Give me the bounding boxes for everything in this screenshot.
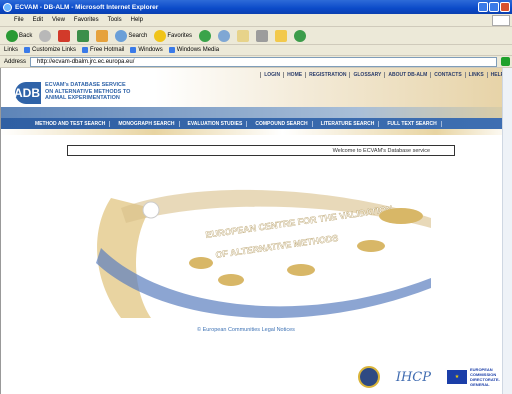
vertical-scrollbar[interactable]: [502, 68, 512, 394]
stop-button[interactable]: [56, 29, 72, 43]
history-button[interactable]: [216, 29, 232, 43]
main-nav-fulltext[interactable]: FULL TEXT SEARCH: [383, 120, 442, 127]
mail-button[interactable]: [235, 29, 251, 43]
link-icon: [168, 47, 175, 53]
splash-animal-2: [357, 240, 385, 252]
site-logo[interactable]: ADB: [14, 82, 41, 104]
main-nav-method[interactable]: METHOD AND TEST SEARCH: [31, 120, 111, 127]
media-icon: [199, 29, 212, 42]
menu-view[interactable]: View: [52, 17, 65, 23]
address-input[interactable]: http://ecvam-dbalm.jrc.ec.europa.eu/: [30, 56, 497, 67]
nav-home[interactable]: HOME: [283, 72, 305, 78]
nav-login[interactable]: LOGIN: [260, 72, 283, 78]
menu-tools[interactable]: Tools: [108, 17, 122, 23]
nav-contacts[interactable]: CONTACTS: [430, 72, 464, 78]
star-icon: [154, 29, 167, 42]
stop-icon: [58, 29, 71, 42]
home-icon: [96, 29, 109, 42]
maximize-button[interactable]: [489, 2, 499, 12]
favorites-button[interactable]: Favorites: [152, 29, 194, 43]
header-banner: [1, 107, 512, 118]
menu-bar: File Edit View Favorites Tools Help: [0, 14, 512, 27]
site-logo-text: ECVAM's DATABASE SERVICE ON ALTERNATIVE …: [45, 82, 131, 101]
eu-text: EUROPEAN COMMISSION DIRECTORATE-GENERAL: [470, 367, 500, 387]
decorative-band: [1, 129, 512, 135]
link-windows-media[interactable]: Windows Media: [168, 47, 219, 53]
splash-blue-arc: [96, 248, 431, 319]
home-button[interactable]: [94, 29, 110, 43]
print-button[interactable]: [254, 29, 270, 43]
splash-animal-1: [379, 208, 423, 224]
link-windows[interactable]: Windows: [130, 47, 163, 53]
splash-title-2: OF ALTERNATIVE METHODS: [215, 233, 339, 260]
folder-icon: [275, 29, 288, 42]
main-nav-literature[interactable]: LITERATURE SEARCH: [317, 120, 380, 127]
link-icon: [24, 47, 31, 53]
go-button[interactable]: [501, 57, 510, 66]
menu-file[interactable]: File: [14, 17, 24, 23]
address-label: Address: [4, 58, 27, 65]
splash-animal-4: [218, 274, 244, 286]
eu-flag-icon: ★: [447, 370, 467, 384]
legal-notice-link[interactable]: © European Communities Legal Notices: [197, 327, 295, 333]
splash-animal-3: [287, 264, 315, 276]
menu-help[interactable]: Help: [131, 17, 143, 23]
ihcp-logo: IHCP: [395, 369, 431, 385]
media-button[interactable]: [197, 29, 213, 43]
nav-about[interactable]: ABOUT DB-ALM: [384, 72, 430, 78]
main-nav-monograph[interactable]: MONOGRAPH SEARCH: [114, 120, 180, 127]
history-icon: [218, 29, 231, 42]
forward-button[interactable]: [37, 29, 53, 43]
print-icon: [256, 29, 269, 42]
refresh-icon: [77, 29, 90, 42]
toolbar: Back Search Favorites: [0, 27, 512, 45]
search-button[interactable]: Search: [113, 29, 149, 43]
nav-registration[interactable]: REGISTRATION: [305, 72, 349, 78]
menu-edit[interactable]: Edit: [33, 17, 43, 23]
back-arrow-icon: [6, 29, 18, 42]
site-header: LOGIN HOME REGISTRATION GLOSSARY ABOUT D…: [1, 68, 512, 118]
nav-glossary[interactable]: GLOSSARY: [349, 72, 384, 78]
link-customize[interactable]: Customize Links: [24, 47, 76, 53]
splash-graphic: EUROPEAN CENTRE FOR THE VALIDATION OF AL…: [96, 189, 431, 319]
minimize-button[interactable]: [478, 2, 488, 12]
link-icon: [82, 47, 89, 53]
messenger-button[interactable]: [292, 29, 308, 43]
links-label: Links: [4, 47, 19, 53]
main-nav: METHOD AND TEST SEARCH MONOGRAPH SEARCH …: [1, 118, 512, 129]
refresh-button[interactable]: [75, 29, 91, 43]
messenger-icon: [294, 29, 307, 42]
close-button[interactable]: [500, 2, 510, 12]
nav-links[interactable]: LINKS: [464, 72, 487, 78]
windows-flag-icon: [492, 15, 510, 26]
back-button[interactable]: Back: [4, 29, 34, 43]
welcome-banner: Welcome to ECVAM's Database service: [67, 145, 455, 156]
folder-button[interactable]: [273, 29, 289, 43]
link-hotmail[interactable]: Free Hotmail: [82, 47, 124, 53]
address-bar: Address http://ecvam-dbalm.jrc.ec.europa…: [0, 56, 512, 68]
splash-title-1: EUROPEAN CENTRE FOR THE VALIDATION: [205, 204, 393, 240]
main-nav-compound[interactable]: COMPOUND SEARCH: [251, 120, 313, 127]
jrc-seal-icon: [357, 366, 380, 388]
footer-logos: IHCP ★ EUROPEAN COMMISSION DIRECTORATE-G…: [357, 366, 502, 388]
splash-animal-5: [189, 257, 213, 269]
page-content: LOGIN HOME REGISTRATION GLOSSARY ABOUT D…: [0, 68, 512, 394]
search-icon: [115, 29, 128, 42]
link-icon: [130, 47, 137, 53]
splash-circle: [142, 201, 160, 219]
links-bar: Links Customize Links Free Hotmail Windo…: [0, 45, 512, 56]
main-nav-evaluation[interactable]: EVALUATION STUDIES: [184, 120, 248, 127]
top-nav: LOGIN HOME REGISTRATION GLOSSARY ABOUT D…: [260, 72, 507, 78]
ie-icon: [3, 2, 12, 12]
window-titlebar: ECVAM - DB-ALM - Microsoft Internet Expl…: [0, 0, 512, 14]
window-title: ECVAM - DB-ALM - Microsoft Internet Expl…: [15, 3, 159, 11]
forward-arrow-icon: [39, 29, 52, 42]
mail-icon: [237, 29, 250, 42]
window-controls: [478, 2, 510, 12]
menu-favorites[interactable]: Favorites: [74, 17, 99, 23]
eu-logo: ★ EUROPEAN COMMISSION DIRECTORATE-GENERA…: [447, 367, 502, 387]
